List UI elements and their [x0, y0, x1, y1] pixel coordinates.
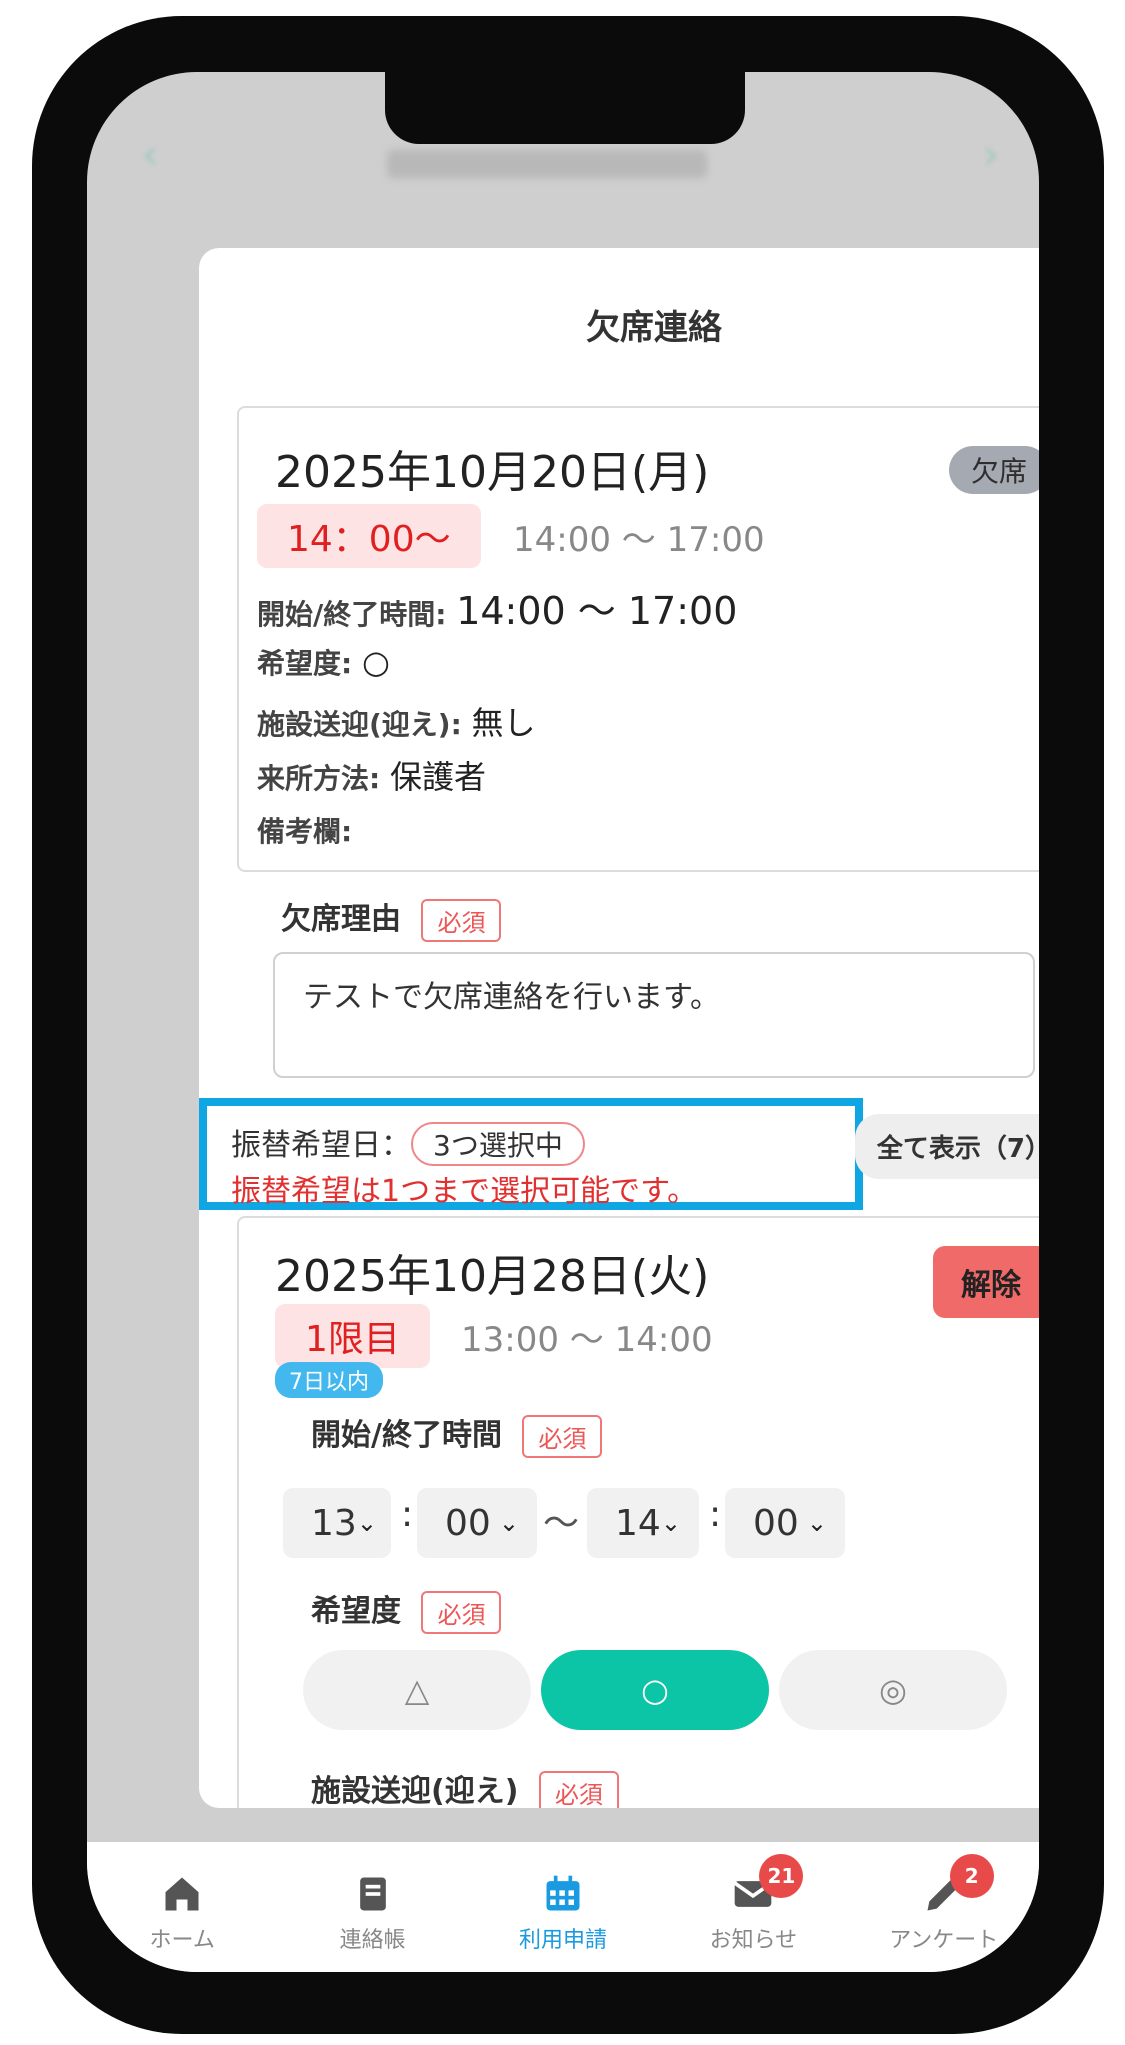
chevron-down-icon: ⌄	[660, 1509, 681, 1537]
reason-textarea[interactable]: テストで欠席連絡を行います。	[273, 952, 1035, 1078]
nav-label: 利用申請	[518, 1928, 607, 1953]
within-7days-badge: 7日以内	[275, 1362, 383, 1398]
start-minute-select[interactable]: 00 ⌄	[417, 1488, 537, 1558]
phone-notch	[385, 72, 745, 144]
period-badge: 1限目	[275, 1304, 430, 1368]
notes-label: 備考欄:	[257, 815, 353, 848]
pickup-label: 施設送迎(迎え):	[257, 708, 462, 741]
required-badge: 必須	[522, 1415, 603, 1458]
reason-label-text: 欠席理由	[281, 902, 401, 937]
notes-row: 備考欄:	[257, 810, 352, 850]
preference-value: ○	[361, 643, 390, 681]
start-end-field-text: 開始/終了時間	[311, 1418, 502, 1453]
chevron-down-icon: ⌄	[806, 1509, 827, 1537]
pickup-field-text: 施設送迎(迎え)	[311, 1774, 519, 1808]
status-badge: 欠席	[948, 446, 1039, 494]
end-minute-value: 00	[753, 1502, 799, 1544]
modal-title: 欠席連絡	[586, 308, 722, 348]
time-slot-badge: 14：00〜	[257, 504, 481, 568]
release-button[interactable]: 解除	[933, 1246, 1039, 1318]
preference-field-text: 希望度	[311, 1594, 401, 1629]
substitute-warning: 振替希望は1つまで選択可能です。	[231, 1174, 698, 1209]
original-reservation-card: 2025年10月20日(月) 欠席 14：00〜 14:00 〜 17:00 開…	[237, 406, 1039, 872]
absence-modal: 欠席連絡 × 2025年10月20日(月) 欠席 14：00〜 14:00 〜 …	[199, 248, 1039, 1808]
arrival-value: 保護者	[389, 758, 486, 796]
start-end-value: 14:00 〜 17:00	[456, 589, 738, 633]
end-hour-select[interactable]: 14 ⌄	[587, 1488, 699, 1558]
chevron-down-icon: ⌄	[356, 1509, 377, 1537]
preference-field-label: 希望度 必須	[311, 1586, 502, 1634]
nav-item-usage-request[interactable]: 利用申請	[473, 1842, 653, 1972]
preference-row: 希望度: ○	[257, 642, 390, 682]
start-hour-value: 13	[311, 1502, 357, 1544]
close-button[interactable]: ×	[1037, 278, 1039, 326]
pickup-field-label: 施設送迎(迎え) 必須	[311, 1766, 619, 1808]
required-badge: 必須	[421, 899, 502, 942]
nav-label: お知らせ	[709, 1928, 798, 1953]
preference-label: 希望度:	[257, 647, 353, 680]
end-minute-select[interactable]: 00 ⌄	[725, 1488, 845, 1558]
end-hour-value: 14	[615, 1502, 661, 1544]
nav-item-survey[interactable]: アンケート 2	[854, 1842, 1034, 1972]
start-end-row: 開始/終了時間: 14:00 〜 17:00	[257, 580, 737, 635]
selected-count-badge: 3つ選択中	[411, 1122, 585, 1166]
notification-count-badge: 2	[949, 1854, 994, 1898]
nav-label: アンケート	[889, 1928, 999, 1953]
preference-option-double-circle[interactable]: ◎	[779, 1650, 1007, 1730]
time-colon: :	[709, 1494, 722, 1535]
original-date: 2025年10月20日(月)	[275, 447, 710, 498]
book-icon	[359, 1877, 386, 1911]
start-end-field-label: 開始/終了時間 必須	[311, 1410, 603, 1458]
nav-label: ホーム	[149, 1928, 215, 1953]
start-hour-select[interactable]: 13 ⌄	[283, 1488, 391, 1558]
reason-label: 欠席理由 必須	[281, 894, 502, 942]
substitute-label-text: 振替希望日：	[231, 1128, 411, 1163]
nav-item-contact-book[interactable]: 連絡帳	[283, 1842, 463, 1972]
bottom-nav: ホーム 連絡帳 利用申請 お知らせ 21 アンケート 2	[87, 1842, 1039, 1972]
pickup-row: 施設送迎(迎え): 無し	[257, 698, 536, 744]
required-badge: 必須	[421, 1591, 502, 1634]
substitute-label: 振替希望日： 3つ選択中	[231, 1120, 585, 1166]
start-end-label: 開始/終了時間:	[257, 598, 447, 631]
calendar-icon	[546, 1875, 580, 1911]
time-colon: :	[401, 1494, 414, 1535]
notification-count-badge: 21	[759, 1854, 804, 1898]
substitute-card: 2025年10月28日(火) 解除 1限目 13:00 〜 14:00 7日以内…	[237, 1216, 1039, 1808]
background-title	[387, 150, 707, 178]
background-next-icon: ›	[983, 132, 999, 178]
home-icon	[165, 1877, 199, 1911]
substitute-date: 2025年10月28日(火)	[275, 1251, 710, 1302]
time-tilde: 〜	[543, 1503, 580, 1544]
chevron-down-icon: ⌄	[498, 1509, 519, 1537]
background-prev-icon: ‹	[142, 132, 158, 178]
show-all-button[interactable]: 全て表示（7）	[854, 1114, 1039, 1179]
arrival-row: 来所方法: 保護者	[257, 752, 486, 798]
pickup-value: 無し	[471, 704, 536, 742]
period-range: 13:00 〜 14:00	[461, 1320, 713, 1360]
required-badge: 必須	[538, 1771, 619, 1808]
start-minute-value: 00	[445, 1502, 491, 1544]
nav-label: 連絡帳	[339, 1928, 406, 1953]
arrival-label: 来所方法:	[257, 762, 381, 795]
time-range: 14:00 〜 17:00	[513, 520, 765, 560]
preference-option-triangle[interactable]: △	[303, 1650, 531, 1730]
nav-item-notices[interactable]: お知らせ 21	[663, 1842, 843, 1972]
preference-option-circle[interactable]: ○	[541, 1650, 769, 1730]
phone-screen: ‹ › 欠席連絡 × 2025年10月20日(月) 欠席 14：00〜 14:0…	[87, 72, 1039, 1972]
nav-item-home[interactable]: ホーム	[92, 1842, 272, 1972]
